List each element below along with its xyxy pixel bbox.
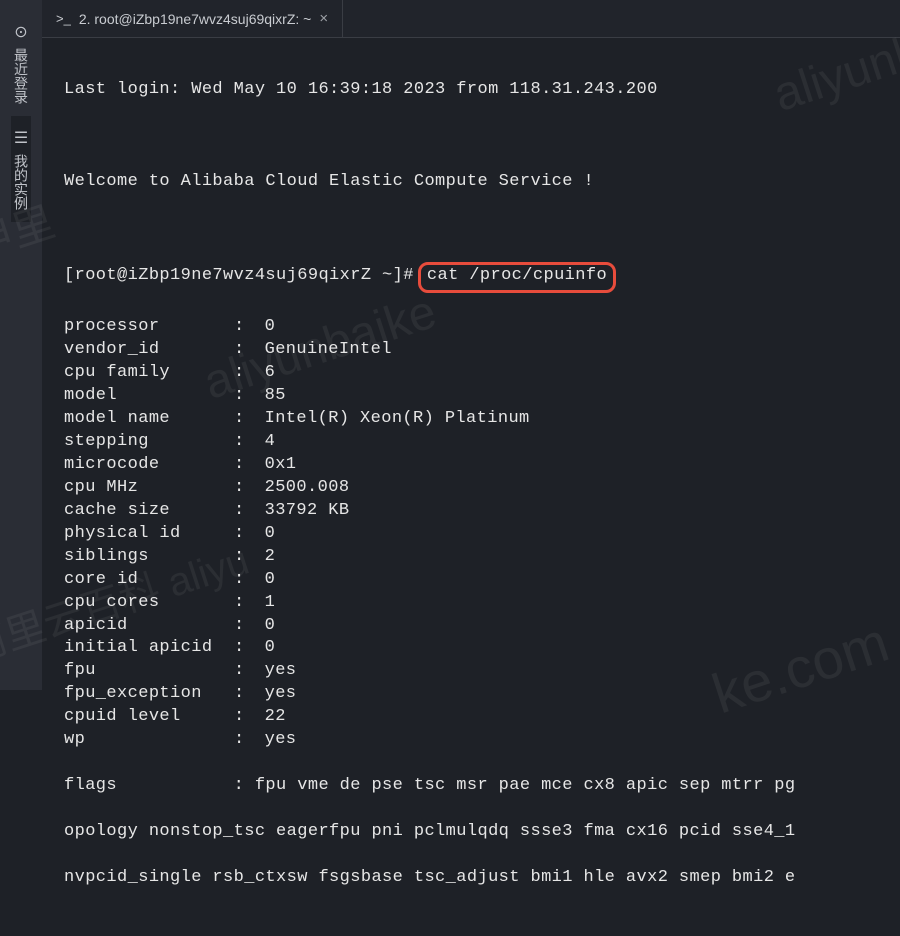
cpuinfo-value: 1 xyxy=(254,592,275,615)
cpuinfo-row: fpu: yes xyxy=(64,660,900,683)
cpuinfo-value: 2500.008 xyxy=(254,477,349,500)
cpuinfo-key: fpu_exception xyxy=(64,683,234,706)
sidebar-item-my-instance[interactable]: ☰ 我的实例 xyxy=(11,116,31,222)
terminal-icon: >_ xyxy=(56,11,71,26)
colon: : xyxy=(234,683,254,706)
colon: : xyxy=(234,592,254,615)
colon: : xyxy=(234,615,254,638)
cpuinfo-value: GenuineIntel xyxy=(254,339,392,362)
command-highlight: cat /proc/cpuinfo xyxy=(418,262,616,293)
colon: : xyxy=(234,706,254,729)
cpuinfo-key: vendor_id xyxy=(64,339,234,362)
flags-line-1: flags : fpu vme de pse tsc msr pae mce c… xyxy=(64,775,900,798)
cpuinfo-row: cpu cores: 1 xyxy=(64,592,900,615)
cpuinfo-row: wp: yes xyxy=(64,729,900,752)
cpuinfo-key: stepping xyxy=(64,431,234,454)
cpuinfo-key: physical id xyxy=(64,523,234,546)
cpuinfo-value: yes xyxy=(254,683,296,706)
cpuinfo-value: 22 xyxy=(254,706,286,729)
main-area: >_ 2. root@iZbp19ne7wvz4suj69qixrZ: ~ × … xyxy=(42,0,900,690)
cpuinfo-value: Intel(R) Xeon(R) Platinum xyxy=(254,408,530,431)
cpuinfo-row: cache size: 33792 KB xyxy=(64,500,900,523)
colon: : xyxy=(234,454,254,477)
cpuinfo-value: 2 xyxy=(254,546,275,569)
cpuinfo-key: initial apicid xyxy=(64,637,234,660)
colon: : xyxy=(234,477,254,500)
colon: : xyxy=(234,500,254,523)
cpuinfo-value: 33792 KB xyxy=(254,500,349,523)
cpuinfo-value: yes xyxy=(254,660,296,683)
colon: : xyxy=(234,339,254,362)
cpuinfo-row: physical id: 0 xyxy=(64,523,900,546)
colon: : xyxy=(234,660,254,683)
cpuinfo-key: cpu family xyxy=(64,362,234,385)
chat-icon: ⊙ xyxy=(14,22,27,42)
tab-title: 2. root@iZbp19ne7wvz4suj69qixrZ: ~ xyxy=(79,11,312,27)
cpuinfo-value: 0 xyxy=(254,569,275,592)
cpuinfo-key: microcode xyxy=(64,454,234,477)
cpuinfo-key: siblings xyxy=(64,546,234,569)
cpuinfo-value: 0 xyxy=(254,523,275,546)
colon: : xyxy=(234,408,254,431)
cpuinfo-key: processor xyxy=(64,316,234,339)
colon: : xyxy=(234,569,254,592)
colon: : xyxy=(234,546,254,569)
cpuinfo-row: cpu family: 6 xyxy=(64,362,900,385)
sidebar-label-recent: 最近登录 xyxy=(11,48,31,104)
prompt-line: [root@iZbp19ne7wvz4suj69qixrZ ~]#cat /pr… xyxy=(64,262,900,293)
shell-prompt: [root@iZbp19ne7wvz4suj69qixrZ ~]# xyxy=(64,266,414,285)
cpuinfo-row: model name: Intel(R) Xeon(R) Platinum xyxy=(64,408,900,431)
cpuinfo-value: 0x1 xyxy=(254,454,296,477)
cpuinfo-key: fpu xyxy=(64,660,234,683)
sidebar-item-recent-login[interactable]: ⊙ 最近登录 xyxy=(11,10,31,116)
flags-line-2: opology nonstop_tsc eagerfpu pni pclmulq… xyxy=(64,821,900,844)
last-login-line: Last login: Wed May 10 16:39:18 2023 fro… xyxy=(64,79,900,102)
cpuinfo-key: cache size xyxy=(64,500,234,523)
cpuinfo-value: 85 xyxy=(254,385,286,408)
colon: : xyxy=(234,637,254,660)
cpuinfo-key: cpu MHz xyxy=(64,477,234,500)
cpuinfo-row: vendor_id: GenuineIntel xyxy=(64,339,900,362)
sidebar: ⊙ 最近登录 ☰ 我的实例 xyxy=(0,0,42,690)
colon: : xyxy=(234,729,254,752)
sidebar-label-instance: 我的实例 xyxy=(11,154,31,210)
cpuinfo-row: fpu_exception: yes xyxy=(64,683,900,706)
cpuinfo-row: processor: 0 xyxy=(64,316,900,339)
cpuinfo-value: 0 xyxy=(254,637,275,660)
cpuinfo-row: stepping: 4 xyxy=(64,431,900,454)
flags-line-3: nvpcid_single rsb_ctxsw fsgsbase tsc_adj… xyxy=(64,867,900,890)
cpuinfo-key: wp xyxy=(64,729,234,752)
close-icon[interactable]: × xyxy=(319,10,328,27)
cpuinfo-value: 0 xyxy=(254,615,275,638)
cpuinfo-row: apicid: 0 xyxy=(64,615,900,638)
cpuinfo-row: microcode: 0x1 xyxy=(64,454,900,477)
cpuinfo-key: apicid xyxy=(64,615,234,638)
cpuinfo-key: model xyxy=(64,385,234,408)
terminal-output[interactable]: Last login: Wed May 10 16:39:18 2023 fro… xyxy=(42,38,900,936)
cpuinfo-key: core id xyxy=(64,569,234,592)
welcome-line: Welcome to Alibaba Cloud Elastic Compute… xyxy=(64,171,900,194)
cpuinfo-row: siblings: 2 xyxy=(64,546,900,569)
colon: : xyxy=(234,431,254,454)
colon: : xyxy=(234,316,254,339)
colon: : xyxy=(234,385,254,408)
tabbar: >_ 2. root@iZbp19ne7wvz4suj69qixrZ: ~ × xyxy=(42,0,900,38)
colon: : xyxy=(234,523,254,546)
colon: : xyxy=(234,362,254,385)
cpuinfo-row: model: 85 xyxy=(64,385,900,408)
list-icon: ☰ xyxy=(14,128,28,148)
cpuinfo-row: core id: 0 xyxy=(64,569,900,592)
cpuinfo-row: initial apicid: 0 xyxy=(64,637,900,660)
cpuinfo-row: cpuid level: 22 xyxy=(64,706,900,729)
cpuinfo-value: yes xyxy=(254,729,296,752)
cpuinfo-row: cpu MHz: 2500.008 xyxy=(64,477,900,500)
cpuinfo-value: 6 xyxy=(254,362,275,385)
cpuinfo-value: 0 xyxy=(254,316,275,339)
cpuinfo-key: model name xyxy=(64,408,234,431)
cpuinfo-value: 4 xyxy=(254,431,275,454)
cpuinfo-key: cpu cores xyxy=(64,592,234,615)
terminal-tab[interactable]: >_ 2. root@iZbp19ne7wvz4suj69qixrZ: ~ × xyxy=(42,0,343,37)
cpuinfo-key: cpuid level xyxy=(64,706,234,729)
